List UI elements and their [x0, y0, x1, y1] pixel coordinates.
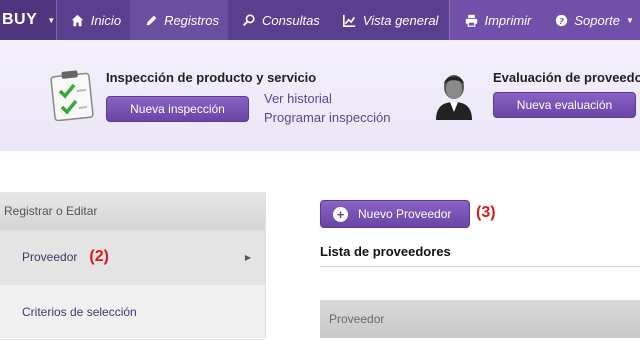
nav-imprimir-label: Imprimir — [484, 12, 532, 28]
nav-vista-general-label: Vista general — [362, 12, 439, 28]
inspection-links: Ver historial Programar inspección — [264, 89, 390, 127]
search-icon — [241, 13, 257, 27]
plus-icon: + — [333, 206, 348, 222]
home-icon — [70, 13, 86, 27]
schedule-inspection-link[interactable]: Programar inspección — [264, 108, 390, 127]
nav-inicio[interactable]: Inicio — [57, 0, 130, 40]
quick-actions-banner: Inspección de producto y servicio Nueva … — [0, 40, 640, 151]
new-inspection-button[interactable]: Nueva inspección — [106, 96, 249, 122]
sidebar-item-label: Proveedor — [22, 250, 78, 264]
svg-text:?: ? — [559, 15, 564, 25]
sidebar-item-proveedor[interactable]: Proveedor (2) ▶ — [0, 230, 265, 285]
evaluation-card: Evaluación de proveedores — [493, 70, 640, 85]
supplier-list-title: Lista de proveedores — [320, 244, 451, 259]
step-marker-3: (3) — [476, 204, 496, 221]
nav-registros[interactable]: Registros — [130, 0, 228, 46]
nav-inicio-label: Inicio — [90, 12, 122, 28]
printer-icon — [463, 13, 479, 27]
nav-soporte-label: Soporte — [574, 12, 620, 28]
brand-logo: BUY — [2, 11, 38, 28]
new-supplier-label: Nuevo Proveedor — [358, 207, 452, 221]
person-icon — [432, 70, 476, 120]
chevron-down-icon: ▼ — [625, 15, 634, 25]
divider — [320, 266, 640, 267]
help-icon: ? — [553, 13, 569, 27]
sidebar: Registrar o Editar Proveedor (2) ▶ Crite… — [0, 192, 266, 340]
clipboard-check-icon — [50, 69, 94, 122]
nav-soporte[interactable]: ? Soporte ▼ — [540, 0, 640, 40]
chart-icon — [342, 13, 358, 27]
step-marker-2: (2) — [89, 248, 109, 265]
evaluation-title: Evaluación de proveedores — [493, 70, 640, 85]
sidebar-item-criterios[interactable]: Criterios de selección — [0, 285, 265, 340]
new-evaluation-button[interactable]: Nueva evaluación — [493, 92, 636, 118]
top-navigation: BUY ▼ Inicio Registros Consultas Vista g… — [0, 0, 640, 46]
nav-imprimir[interactable]: Imprimir — [450, 0, 540, 40]
view-history-link[interactable]: Ver historial — [264, 89, 390, 108]
nav-secondary-group: Imprimir ? Soporte ▼ — [449, 0, 640, 40]
nav-consultas[interactable]: Consultas — [228, 0, 329, 40]
chevron-down-icon: ▼ — [47, 15, 56, 25]
inspection-card: Inspección de producto y servicio — [106, 70, 316, 85]
new-supplier-button[interactable]: + Nuevo Proveedor — [320, 200, 470, 228]
nav-consultas-label: Consultas — [261, 12, 320, 28]
sidebar-header: Registrar o Editar — [0, 192, 265, 230]
inspection-title: Inspección de producto y servicio — [106, 70, 317, 85]
sidebar-item-label: Criterios de selección — [22, 305, 137, 319]
chevron-right-icon: ▶ — [244, 252, 251, 262]
nav-registros-label: Registros — [164, 12, 219, 28]
nav-vista-general[interactable]: Vista general — [329, 0, 448, 40]
brand-menu[interactable]: BUY ▼ — [0, 0, 57, 40]
pencil-icon — [143, 13, 159, 27]
table-header-proveedor[interactable]: Proveedor — [320, 300, 640, 338]
